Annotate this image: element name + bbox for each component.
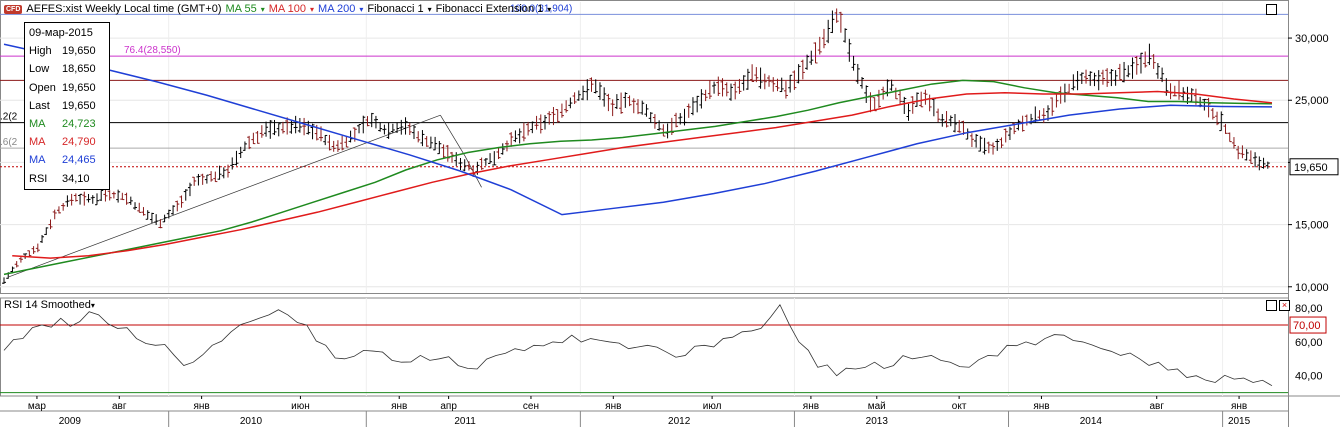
symbol-label[interactable]: AEFES:xist Weekly Local time (GMT+0) bbox=[26, 3, 221, 15]
close-rsi-panel-icon[interactable]: × bbox=[1279, 300, 1290, 311]
rsi-level-label: 70,00 bbox=[1293, 320, 1321, 332]
ma100-dropdown-icon[interactable]: ▾ bbox=[310, 5, 314, 14]
ma200-dropdown-icon[interactable]: ▾ bbox=[359, 5, 363, 14]
data-window-key: Low bbox=[29, 63, 50, 76]
month-tick-label: мар bbox=[28, 401, 46, 412]
ma55-legend[interactable]: MA 55 bbox=[226, 3, 257, 15]
data-window-date: 09-мар-2015 bbox=[29, 27, 93, 39]
fibonacci-extension-dropdown-icon[interactable]: ▾ bbox=[547, 5, 551, 14]
data-window-key: Last bbox=[29, 99, 50, 112]
data-window-key: MA bbox=[29, 154, 46, 167]
month-tick-label: сен bbox=[523, 401, 539, 412]
data-window-rows: High 19,650 Low 18,650 Open 19,650 Last 19,650 M… bbox=[29, 42, 105, 188]
rsi-tick-label: 80,00 bbox=[1295, 303, 1323, 315]
rsi-panel-header[interactable]: RSI 14 Smoothed▾ bbox=[4, 299, 95, 311]
price-tick-label: 30,000 bbox=[1295, 33, 1329, 45]
data-window-row: Last 19,650 bbox=[29, 97, 105, 115]
data-window-value: 19,650 bbox=[62, 45, 96, 58]
year-label: 2009 bbox=[59, 416, 82, 427]
ma200-legend[interactable]: MA 200 bbox=[318, 3, 355, 15]
fibonacci-label: .2(2 bbox=[0, 112, 18, 123]
data-window-key: Open bbox=[29, 81, 56, 94]
month-tick-label: май bbox=[868, 401, 886, 412]
month-tick-label: июл bbox=[703, 401, 722, 412]
data-window-key: RSI bbox=[29, 172, 48, 185]
month-tick-label: янв bbox=[803, 401, 819, 412]
chart-background bbox=[0, 0, 1340, 427]
data-window-value: 18,650 bbox=[62, 63, 96, 76]
month-tick-label: авг bbox=[1149, 401, 1164, 412]
data-window-key: MA bbox=[29, 118, 46, 131]
month-tick-label: янв bbox=[391, 401, 407, 412]
data-window-value: 34,10 bbox=[62, 172, 90, 185]
maximize-rsi-panel-icon[interactable] bbox=[1266, 300, 1277, 311]
year-label: 2014 bbox=[1080, 416, 1103, 427]
maximize-price-panel-icon[interactable] bbox=[1266, 4, 1277, 15]
data-window-row: MA 24,723 bbox=[29, 115, 105, 133]
data-window-row: Open 19,650 bbox=[29, 79, 105, 97]
year-label: 2013 bbox=[866, 416, 889, 427]
canvas-fill bbox=[0, 0, 1340, 427]
price-tick-label: 25,000 bbox=[1295, 95, 1329, 107]
rsi-dropdown-icon[interactable]: ▾ bbox=[91, 301, 95, 310]
data-window-key: MA bbox=[29, 136, 46, 149]
data-window-key: High bbox=[29, 45, 52, 58]
data-window-value: 24,465 bbox=[62, 154, 96, 167]
data-window-value: 24,723 bbox=[62, 118, 96, 131]
month-tick-label: авг bbox=[112, 401, 127, 412]
month-tick-label: апр bbox=[440, 401, 457, 412]
data-window-row: MA 24,790 bbox=[29, 133, 105, 151]
year-label: 2010 bbox=[240, 416, 263, 427]
month-tick-label: янв bbox=[605, 401, 621, 412]
fibonacci-dropdown-icon[interactable]: ▾ bbox=[428, 5, 432, 14]
rsi-label[interactable]: RSI 14 Smoothed bbox=[4, 299, 91, 311]
fibonacci-extension-legend[interactable]: Fibonacci Extension 1 bbox=[436, 3, 544, 15]
year-label: 2015 bbox=[1228, 416, 1251, 427]
data-window-value: 19,650 bbox=[62, 99, 96, 112]
data-window-value: 19,650 bbox=[62, 81, 96, 94]
data-window-value: 24,790 bbox=[62, 136, 96, 149]
cfd-badge: CFD bbox=[4, 4, 23, 14]
ma100-legend[interactable]: MA 100 bbox=[269, 3, 306, 15]
year-label: 2012 bbox=[668, 416, 691, 427]
month-tick-label: июн bbox=[291, 401, 310, 412]
fibonacci-label: .6(2 bbox=[0, 137, 18, 148]
month-tick-label: янв bbox=[1033, 401, 1049, 412]
data-window-row: Low 18,650 bbox=[29, 60, 105, 78]
chart-header: CFD AEFES:xist Weekly Local time (GMT+0)… bbox=[4, 2, 551, 16]
month-tick-label: янв bbox=[193, 401, 209, 412]
year-label: 2011 bbox=[454, 416, 476, 427]
data-window: 09-мар-2015 High 19,650 Low 18,650 Open 19,65… bbox=[24, 22, 110, 190]
data-window-row: MA 24,465 bbox=[29, 151, 105, 169]
rsi-tick-label: 40,00 bbox=[1295, 371, 1323, 383]
price-tick-label: 15,000 bbox=[1295, 220, 1329, 232]
last-price-label: 19,650 bbox=[1294, 162, 1328, 174]
ma55-dropdown-icon[interactable]: ▾ bbox=[261, 5, 265, 14]
fibonacci-legend[interactable]: Fibonacci 1 bbox=[367, 3, 423, 15]
fibonacci-label: 76.4(28,550) bbox=[124, 45, 181, 56]
data-window-row: High 19,650 bbox=[29, 42, 105, 60]
rsi-tick-label: 60,00 bbox=[1295, 337, 1323, 349]
chart-canvas: 100.0(31,904)76.4(28,550).2(2.6(2 10,000… bbox=[0, 0, 1340, 427]
month-tick-label: янв bbox=[1231, 401, 1247, 412]
price-tick-label: 10,000 bbox=[1295, 282, 1329, 294]
data-window-row: RSI 34,10 bbox=[29, 170, 105, 188]
month-tick-label: окт bbox=[952, 401, 967, 412]
